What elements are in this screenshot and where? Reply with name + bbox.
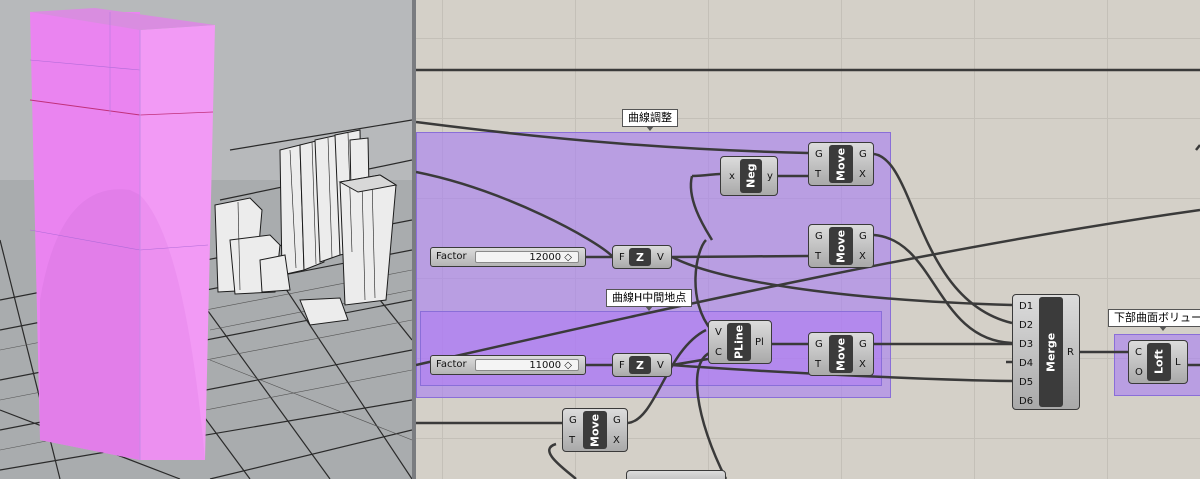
output-port-v[interactable]: V	[657, 252, 664, 264]
output-port-r[interactable]: R	[1067, 347, 1074, 359]
factor-slider-value: 12000 ◇	[529, 252, 572, 263]
move-label: Move	[829, 227, 853, 265]
group-label-curve-adjust: 曲線調整	[622, 109, 678, 131]
input-port-c[interactable]: C	[715, 347, 722, 359]
move-component-4[interactable]: G T Move G X	[562, 408, 628, 452]
output-port-l[interactable]: L	[1175, 357, 1181, 369]
merge-label: Merge	[1039, 297, 1063, 407]
output-port-y[interactable]: y	[767, 171, 773, 183]
output-port-x[interactable]: X	[859, 251, 866, 263]
output-port-g[interactable]: G	[859, 339, 867, 351]
factor-slider-12000[interactable]: Factor 12000 ◇	[430, 247, 586, 267]
factor-slider-track[interactable]: 12000 ◇	[475, 251, 579, 263]
neg-label: Neg	[740, 159, 762, 193]
negative-component[interactable]: x Neg y	[720, 156, 778, 196]
input-port-g[interactable]: G	[815, 149, 823, 161]
input-port-o[interactable]: O	[1135, 367, 1143, 379]
loft-component[interactable]: C O Loft L	[1128, 340, 1188, 384]
loft-label: Loft	[1147, 343, 1171, 381]
move-label: Move	[829, 335, 853, 373]
unit-z-label: Z	[629, 248, 651, 266]
input-port-g[interactable]: G	[815, 339, 823, 351]
polyline-component[interactable]: V C PLine Pl	[708, 320, 772, 364]
input-port-d6[interactable]: D6	[1019, 396, 1033, 408]
input-port-f[interactable]: F	[619, 252, 625, 264]
output-port-x[interactable]: X	[613, 435, 620, 447]
input-port-d1[interactable]: D1	[1019, 301, 1033, 313]
output-port-x[interactable]: X	[859, 169, 866, 181]
tower-model	[29, 8, 215, 460]
unit-z-component-1[interactable]: F Z V	[612, 245, 672, 269]
input-port-d3[interactable]: D3	[1019, 339, 1033, 351]
input-port-t[interactable]: T	[815, 169, 821, 181]
input-port-g[interactable]: G	[569, 415, 577, 427]
merge-component[interactable]: D1 D2 D3 D4 D5 D6 Merge R	[1012, 294, 1080, 410]
output-port-v[interactable]: V	[657, 360, 664, 372]
factor-slider-track[interactable]: 11000 ◇	[475, 359, 579, 371]
unit-z-label: Z	[629, 356, 651, 374]
factor-slider-11000[interactable]: Factor 11000 ◇	[430, 355, 586, 375]
input-port-g[interactable]: G	[815, 231, 823, 243]
group-label-curve-h-midpoint: 曲線H中間地点	[606, 289, 693, 311]
output-port-g[interactable]: G	[859, 231, 867, 243]
group-label-lower-surface-volume: 下部曲面ボリューム	[1108, 309, 1200, 331]
unit-z-component-2[interactable]: F Z V	[612, 353, 672, 377]
input-port-d4[interactable]: D4	[1019, 358, 1033, 370]
input-port-v[interactable]: V	[715, 327, 722, 339]
factor-slider-value: 11000 ◇	[529, 360, 572, 371]
move-component-3[interactable]: G T Move G X	[808, 332, 874, 376]
move-component-1[interactable]: G T Move G X	[808, 142, 874, 186]
output-port-g[interactable]: G	[613, 415, 621, 427]
output-port-pl[interactable]: Pl	[755, 337, 764, 349]
grasshopper-canvas[interactable]: 曲線調整 曲線H中間地点 下部曲面ボリューム Factor 12000 ◇ Fa…	[416, 0, 1200, 479]
output-port-g[interactable]: G	[859, 149, 867, 161]
input-port-t[interactable]: T	[815, 251, 821, 263]
move-component-2[interactable]: G T Move G X	[808, 224, 874, 268]
input-port-f[interactable]: F	[619, 360, 625, 372]
factor-slider-label: Factor	[436, 359, 467, 370]
pline-label: PLine	[727, 323, 751, 361]
viewport-scene	[0, 8, 412, 479]
input-port-t[interactable]: T	[569, 435, 575, 447]
input-port-c[interactable]: C	[1135, 347, 1142, 359]
move-label: Move	[829, 145, 853, 183]
input-port-d2[interactable]: D2	[1019, 320, 1033, 332]
partial-component-bottom[interactable]	[626, 470, 726, 479]
output-port-x[interactable]: X	[859, 359, 866, 371]
input-port-t[interactable]: T	[815, 359, 821, 371]
rhino-viewport[interactable]	[0, 0, 412, 479]
input-port-d5[interactable]: D5	[1019, 377, 1033, 389]
move-label: Move	[583, 411, 607, 449]
input-port-x[interactable]: x	[729, 171, 735, 183]
factor-slider-label: Factor	[436, 251, 467, 262]
